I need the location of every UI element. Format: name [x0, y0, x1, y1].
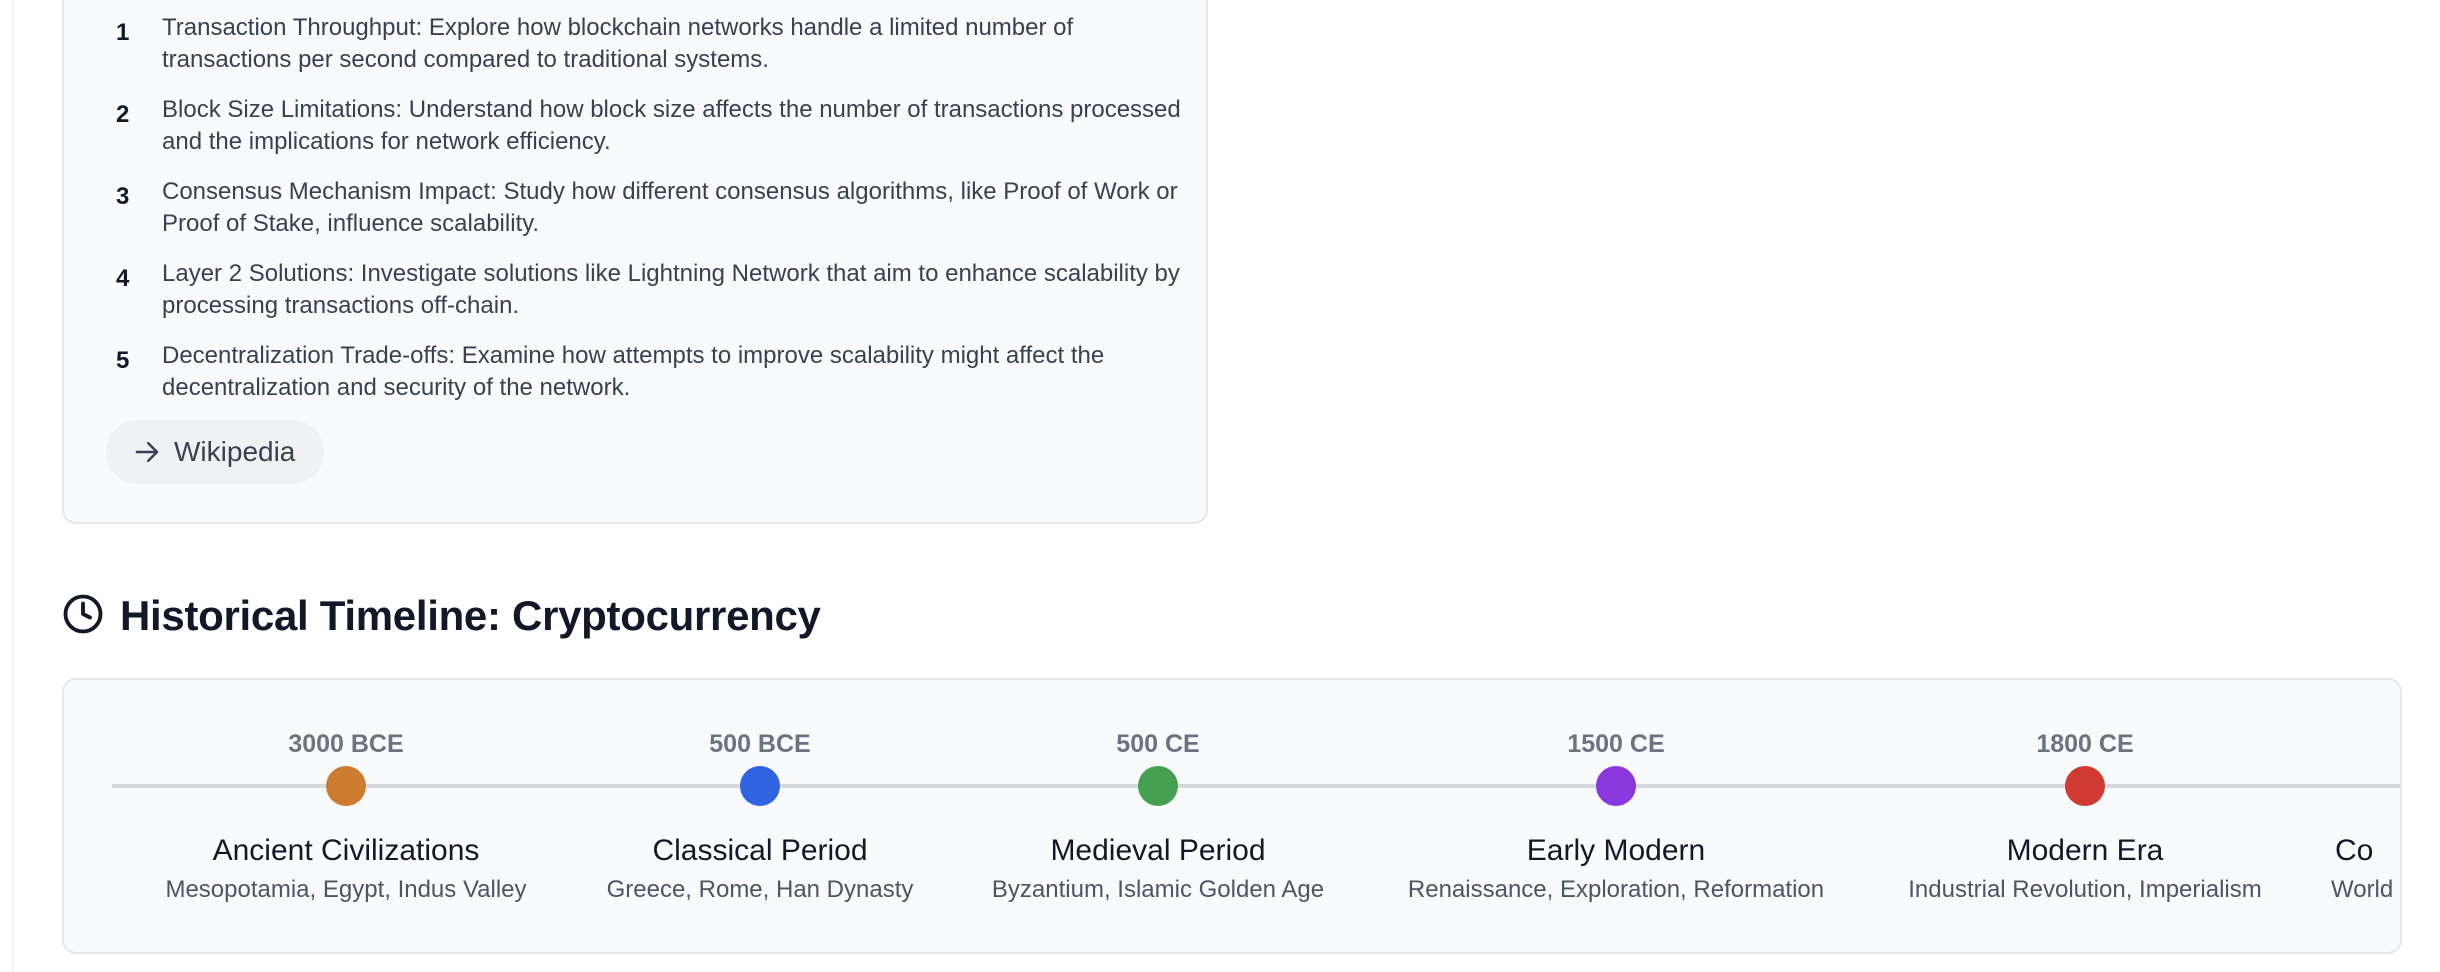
era-date: 1800 CE — [2036, 730, 2134, 758]
list-item: 4 Layer 2 Solutions: Investigate solutio… — [64, 258, 1206, 328]
left-divider — [12, 0, 14, 972]
item-number: 4 — [116, 265, 130, 292]
clock-icon — [62, 593, 104, 640]
era-date: 1500 CE — [1567, 730, 1665, 758]
era-description: World W — [2331, 876, 2400, 903]
item-number: 3 — [116, 183, 130, 210]
timeline-era[interactable]: 1500 CE Early Modern Renaissance, Explor… — [1376, 680, 1856, 952]
timeline-card: 3000 BCE Ancient Civilizations Mesopotam… — [62, 678, 2402, 954]
timeline-era[interactable]: 1800 CE Modern Era Industrial Revolution… — [1845, 680, 2325, 952]
item-text: Block Size Limitations: Understand how b… — [162, 96, 1181, 155]
arrow-right-icon — [132, 437, 162, 467]
wikipedia-label: Wikipedia — [174, 436, 296, 467]
list-item: 3 Consensus Mechanism Impact: Study how … — [64, 176, 1206, 246]
timeline-era[interactable]: Co World W — [2323, 680, 2400, 952]
era-name: Medieval Period — [1050, 834, 1266, 867]
list-item: 5 Decentralization Trade-offs: Examine h… — [64, 340, 1206, 410]
item-number: 2 — [116, 101, 130, 128]
timeline-heading: Historical Timeline: Cryptocurrency — [62, 592, 821, 640]
era-dot — [2065, 766, 2105, 806]
era-description: Byzantium, Islamic Golden Age — [991, 876, 1325, 903]
era-description: Mesopotamia, Egypt, Indus Valley — [165, 876, 527, 903]
era-name: Ancient Civilizations — [212, 834, 480, 867]
list-item: 2 Block Size Limitations: Understand how… — [64, 94, 1206, 164]
era-dot — [326, 766, 366, 806]
timeline-era[interactable]: 3000 BCE Ancient Civilizations Mesopotam… — [106, 680, 586, 952]
era-name: Modern Era — [2006, 834, 2164, 867]
timeline-title: Historical Timeline: Cryptocurrency — [120, 592, 821, 639]
list-item: 1 Transaction Throughput: Explore how bl… — [64, 12, 1206, 82]
scalability-card: 1 Transaction Throughput: Explore how bl… — [62, 0, 1208, 524]
wikipedia-button[interactable]: Wikipedia — [106, 420, 324, 484]
era-description: Industrial Revolution, Imperialism — [1908, 876, 2262, 903]
era-name: Co — [2335, 834, 2374, 867]
era-description: Renaissance, Exploration, Reformation — [1407, 876, 1825, 903]
item-number: 1 — [116, 19, 130, 46]
era-name: Early Modern — [1526, 834, 1706, 867]
timeline-era[interactable]: 500 CE Medieval Period Byzantium, Islami… — [918, 680, 1398, 952]
item-text: Consensus Mechanism Impact: Study how di… — [162, 178, 1178, 237]
era-dot — [1138, 766, 1178, 806]
item-number: 5 — [116, 347, 130, 374]
era-dot — [1596, 766, 1636, 806]
item-text: Layer 2 Solutions: Investigate solutions… — [162, 260, 1180, 319]
item-text: Transaction Throughput: Explore how bloc… — [162, 14, 1074, 73]
era-date: 500 CE — [1116, 730, 1200, 758]
page: 1 Transaction Throughput: Explore how bl… — [0, 0, 2440, 972]
item-text: Decentralization Trade-offs: Examine how… — [162, 342, 1105, 401]
era-date: 3000 BCE — [288, 730, 404, 758]
era-dot — [740, 766, 780, 806]
